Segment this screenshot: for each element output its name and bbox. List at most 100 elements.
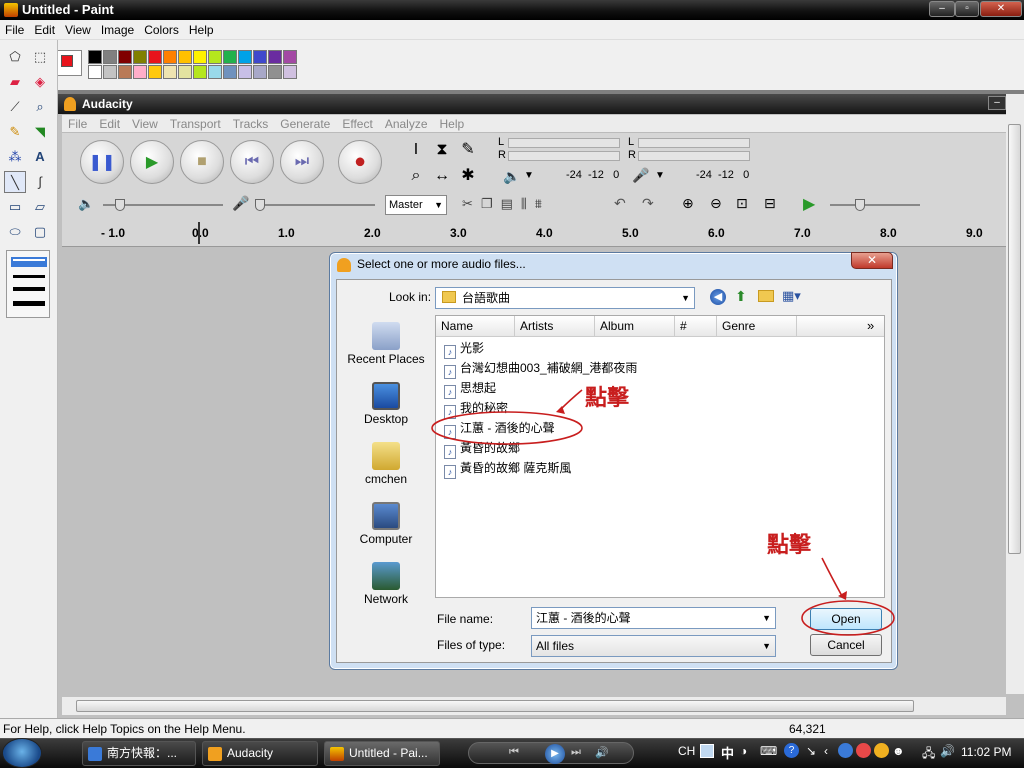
aud-menu-generate[interactable]: Generate xyxy=(274,115,336,133)
play-speed-slider[interactable] xyxy=(830,204,920,206)
ime-options-icon[interactable]: ↘ xyxy=(806,744,816,758)
polygon-tool-icon[interactable]: ▱ xyxy=(29,196,51,218)
output-volume-thumb[interactable] xyxy=(115,199,125,211)
color-swatch[interactable] xyxy=(193,50,207,64)
timeshift-tool-icon[interactable]: ↔ xyxy=(430,164,454,188)
free-select-icon[interactable]: ⬠ xyxy=(4,46,26,68)
column-genre[interactable]: Genre xyxy=(717,316,797,337)
color-swatch[interactable] xyxy=(208,50,222,64)
rectangle-tool-icon[interactable]: ▭ xyxy=(4,196,26,218)
color-swatch[interactable] xyxy=(208,65,222,79)
ime-keyboard-icon[interactable]: ⌨ xyxy=(760,744,777,758)
magnifier-icon[interactable]: ⌕ xyxy=(29,96,51,118)
close-button[interactable]: ✕ xyxy=(980,1,1022,17)
color-swatch[interactable] xyxy=(103,50,117,64)
fill-bucket-icon[interactable]: ◈ xyxy=(29,71,51,93)
horizontal-scroll-thumb[interactable] xyxy=(76,700,914,712)
color-swatch[interactable] xyxy=(118,50,132,64)
audacity-minimize-button[interactable]: – xyxy=(988,96,1006,110)
curve-tool-icon[interactable]: ∫ xyxy=(29,171,51,193)
copy-icon[interactable]: ❐ xyxy=(481,196,501,211)
place-network[interactable]: Network xyxy=(342,562,430,606)
play-speed-thumb[interactable] xyxy=(855,199,865,211)
tray-expand-icon[interactable]: ‹ xyxy=(824,744,828,758)
color-swatch[interactable] xyxy=(88,65,102,79)
color-swatch[interactable] xyxy=(133,65,147,79)
network-status-icon[interactable]: 🖧 xyxy=(922,744,935,765)
tray-app-icon-4[interactable]: ☻ xyxy=(892,744,905,758)
multi-tool-icon[interactable]: ✱ xyxy=(456,164,480,188)
menu-colors[interactable]: Colors xyxy=(139,20,184,40)
selection-tool-icon[interactable]: I xyxy=(404,138,428,162)
skip-start-button[interactable]: ⏮ xyxy=(230,140,274,184)
eyedropper-icon[interactable]: ⟋ xyxy=(4,96,26,118)
ime-mode-indicator[interactable]: 中 xyxy=(721,743,734,762)
column-name[interactable]: Name xyxy=(436,316,515,337)
tray-app-icon[interactable] xyxy=(838,743,853,758)
horizontal-scrollbar[interactable] xyxy=(62,697,1006,715)
playhead-marker[interactable] xyxy=(198,222,200,244)
play-button[interactable]: ▶ xyxy=(130,140,174,184)
media-volume-icon[interactable]: 🔊 xyxy=(595,746,609,759)
draw-tool-icon[interactable]: ✎ xyxy=(456,138,480,162)
color-swatch[interactable] xyxy=(148,50,162,64)
volume-icon[interactable]: 🔊 xyxy=(940,744,955,758)
primary-color-swatch[interactable] xyxy=(61,55,73,67)
menu-file[interactable]: File xyxy=(0,20,29,40)
place-desktop[interactable]: Desktop xyxy=(342,382,430,426)
dialog-close-button[interactable]: ✕ xyxy=(851,252,893,269)
color-swatch[interactable] xyxy=(268,65,282,79)
color-swatch[interactable] xyxy=(103,65,117,79)
color-swatch[interactable] xyxy=(88,50,102,64)
line-tool-icon[interactable]: ╲ xyxy=(4,171,26,193)
redo-icon[interactable]: ↷ xyxy=(642,195,654,212)
ime-settings-icon[interactable]: ◑ xyxy=(740,744,747,758)
fit-selection-icon[interactable]: ⊡ xyxy=(736,195,748,212)
media-play-icon[interactable]: ▶ xyxy=(545,744,565,764)
color-swatch[interactable] xyxy=(163,50,177,64)
start-button[interactable] xyxy=(2,738,42,768)
skip-end-button[interactable]: ⏭ xyxy=(280,140,324,184)
color-swatch[interactable] xyxy=(178,50,192,64)
aud-menu-view[interactable]: View xyxy=(126,115,164,133)
aud-menu-file[interactable]: File xyxy=(62,115,93,133)
help-icon[interactable]: ? xyxy=(784,743,799,758)
aud-menu-help[interactable]: Help xyxy=(434,115,471,133)
paste-icon[interactable]: ▤ xyxy=(501,196,521,211)
silence-icon[interactable]: ⩩ xyxy=(535,196,550,211)
aud-menu-analyze[interactable]: Analyze xyxy=(379,115,434,133)
color-swatch[interactable] xyxy=(133,50,147,64)
rect-select-icon[interactable]: ⬚ xyxy=(29,46,51,68)
taskbar-item-browser[interactable]: 南方快報：... xyxy=(82,741,196,766)
trim-icon[interactable]: ⫼ xyxy=(521,196,535,211)
menu-edit[interactable]: Edit xyxy=(29,20,60,40)
input-source-select[interactable]: Master ▼ xyxy=(385,195,447,215)
color-swatch[interactable] xyxy=(238,65,252,79)
aud-menu-transport[interactable]: Transport xyxy=(164,115,227,133)
line-width-selector[interactable] xyxy=(6,250,50,318)
pencil-icon[interactable]: ✎ xyxy=(4,121,26,143)
tray-app-icon-3[interactable] xyxy=(874,743,889,758)
rounded-rect-tool-icon[interactable]: ▢ xyxy=(29,221,51,243)
taskbar-item-audacity[interactable]: Audacity xyxy=(202,741,318,766)
zoom-out-icon[interactable]: ⊖ xyxy=(710,195,722,212)
color-swatch[interactable] xyxy=(223,65,237,79)
place-computer[interactable]: Computer xyxy=(342,502,430,546)
text-tool-icon[interactable]: A xyxy=(29,146,51,168)
eraser-icon[interactable]: ▰ xyxy=(4,71,26,93)
aud-menu-tracks[interactable]: Tracks xyxy=(227,115,275,133)
color-swatch[interactable] xyxy=(178,65,192,79)
record-button[interactable]: ● xyxy=(338,140,382,184)
brush-icon[interactable]: ◥ xyxy=(29,121,51,143)
fit-project-icon[interactable]: ⊟ xyxy=(764,195,776,212)
airbrush-icon[interactable]: ⁂ xyxy=(4,146,26,168)
color-swatch[interactable] xyxy=(193,65,207,79)
stop-button[interactable]: ■ xyxy=(180,140,224,184)
ime-pad-icon[interactable] xyxy=(700,744,714,758)
undo-icon[interactable]: ↶ xyxy=(614,195,626,212)
column-artists[interactable]: Artists xyxy=(515,316,595,337)
vertical-scroll-thumb[interactable] xyxy=(1008,124,1021,554)
column-album[interactable]: Album xyxy=(595,316,675,337)
place-cmchen[interactable]: cmchen xyxy=(342,442,430,486)
color-swatch[interactable] xyxy=(253,65,267,79)
